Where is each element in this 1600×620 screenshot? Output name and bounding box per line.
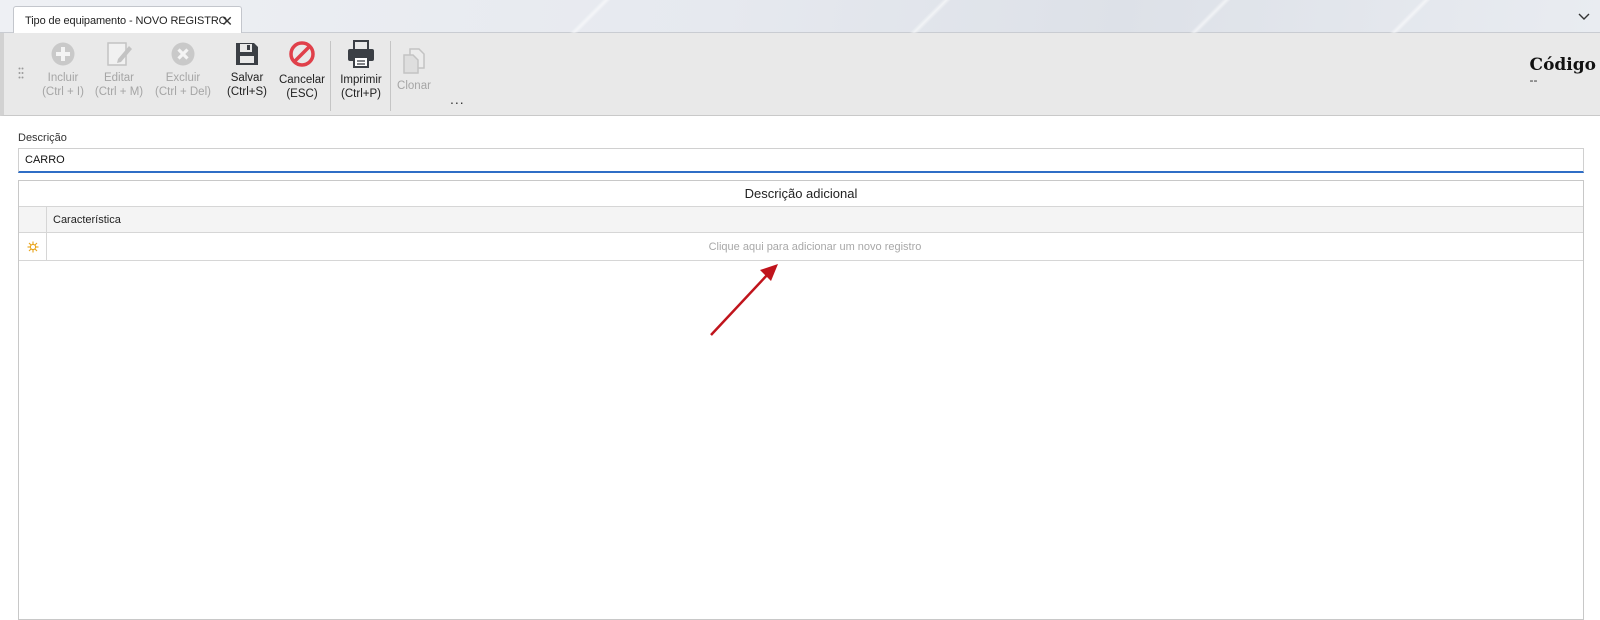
- caracteristicas-grid: Descrição adicional Característica Cliqu…: [18, 180, 1584, 620]
- salvar-shortcut: (Ctrl+S): [227, 86, 267, 98]
- plus-circle-icon: [51, 42, 75, 66]
- toolbar-separator: [390, 41, 391, 111]
- descricao-label: Descrição: [18, 132, 67, 144]
- tab-strip: Tipo de equipamento - NOVO REGISTRO ✕: [0, 0, 1600, 34]
- incluir-button[interactable]: Incluir (Ctrl + I): [34, 41, 92, 99]
- imprimir-shortcut: (Ctrl+P): [341, 88, 381, 100]
- save-icon: [236, 43, 258, 65]
- document-tab[interactable]: Tipo de equipamento - NOVO REGISTRO ✕: [13, 6, 242, 34]
- background-decoration: [560, 0, 620, 33]
- cancelar-button[interactable]: Cancelar (ESC): [276, 41, 328, 101]
- imprimir-button[interactable]: Imprimir (Ctrl+P): [334, 39, 388, 101]
- more-options-button[interactable]: ...: [450, 91, 465, 107]
- codigo-block: Código --: [1530, 55, 1596, 87]
- row-indicator-header: [19, 207, 47, 232]
- cancelar-shortcut: (ESC): [286, 88, 318, 100]
- grid-header: Característica: [19, 207, 1583, 233]
- new-row-hint[interactable]: Clique aqui para adicionar um novo regis…: [47, 233, 1583, 260]
- column-header-caracteristica[interactable]: Característica: [47, 207, 121, 232]
- salvar-label: Salvar: [230, 72, 264, 84]
- drag-handle-icon[interactable]: [18, 67, 24, 79]
- chevron-down-icon[interactable]: [1576, 8, 1592, 24]
- clonar-button[interactable]: Clonar: [394, 47, 434, 93]
- clonar-label: Clonar: [397, 80, 431, 92]
- cancel-icon: [289, 41, 315, 67]
- excluir-shortcut: (Ctrl + Del): [155, 86, 211, 98]
- editar-label: Editar: [103, 72, 135, 84]
- descricao-input[interactable]: [18, 148, 1584, 173]
- background-decoration: [900, 0, 960, 33]
- incluir-shortcut: (Ctrl + I): [42, 86, 84, 98]
- background-decoration: [1180, 0, 1240, 33]
- codigo-label: Código: [1529, 55, 1596, 75]
- new-row-star-icon: [27, 241, 38, 252]
- new-row-indicator: [19, 233, 47, 260]
- editar-shortcut: (Ctrl + M): [94, 86, 144, 98]
- printer-icon: [348, 40, 374, 68]
- salvar-button[interactable]: Salvar (Ctrl+S): [222, 41, 272, 99]
- incluir-label: Incluir: [47, 72, 79, 84]
- toolbar: Incluir (Ctrl + I) Editar (Ctrl + M) Exc…: [0, 33, 1600, 116]
- excluir-label: Excluir: [165, 72, 201, 84]
- toolbar-separator: [330, 41, 331, 111]
- grid-caption: Descrição adicional: [19, 181, 1583, 207]
- tab-title: Tipo de equipamento - NOVO REGISTRO: [25, 14, 228, 27]
- edit-icon: [107, 42, 132, 66]
- delete-circle-icon: [171, 42, 195, 66]
- excluir-button[interactable]: Excluir (Ctrl + Del): [150, 41, 216, 99]
- cancelar-label: Cancelar: [278, 74, 326, 86]
- background-decoration: [1380, 0, 1440, 33]
- close-tab-icon[interactable]: ✕: [221, 13, 233, 30]
- clone-icon: [403, 48, 425, 74]
- codigo-value: --: [1529, 73, 1538, 87]
- new-row[interactable]: Clique aqui para adicionar um novo regis…: [19, 233, 1583, 261]
- editar-button[interactable]: Editar (Ctrl + M): [90, 41, 148, 99]
- imprimir-label: Imprimir: [340, 74, 382, 86]
